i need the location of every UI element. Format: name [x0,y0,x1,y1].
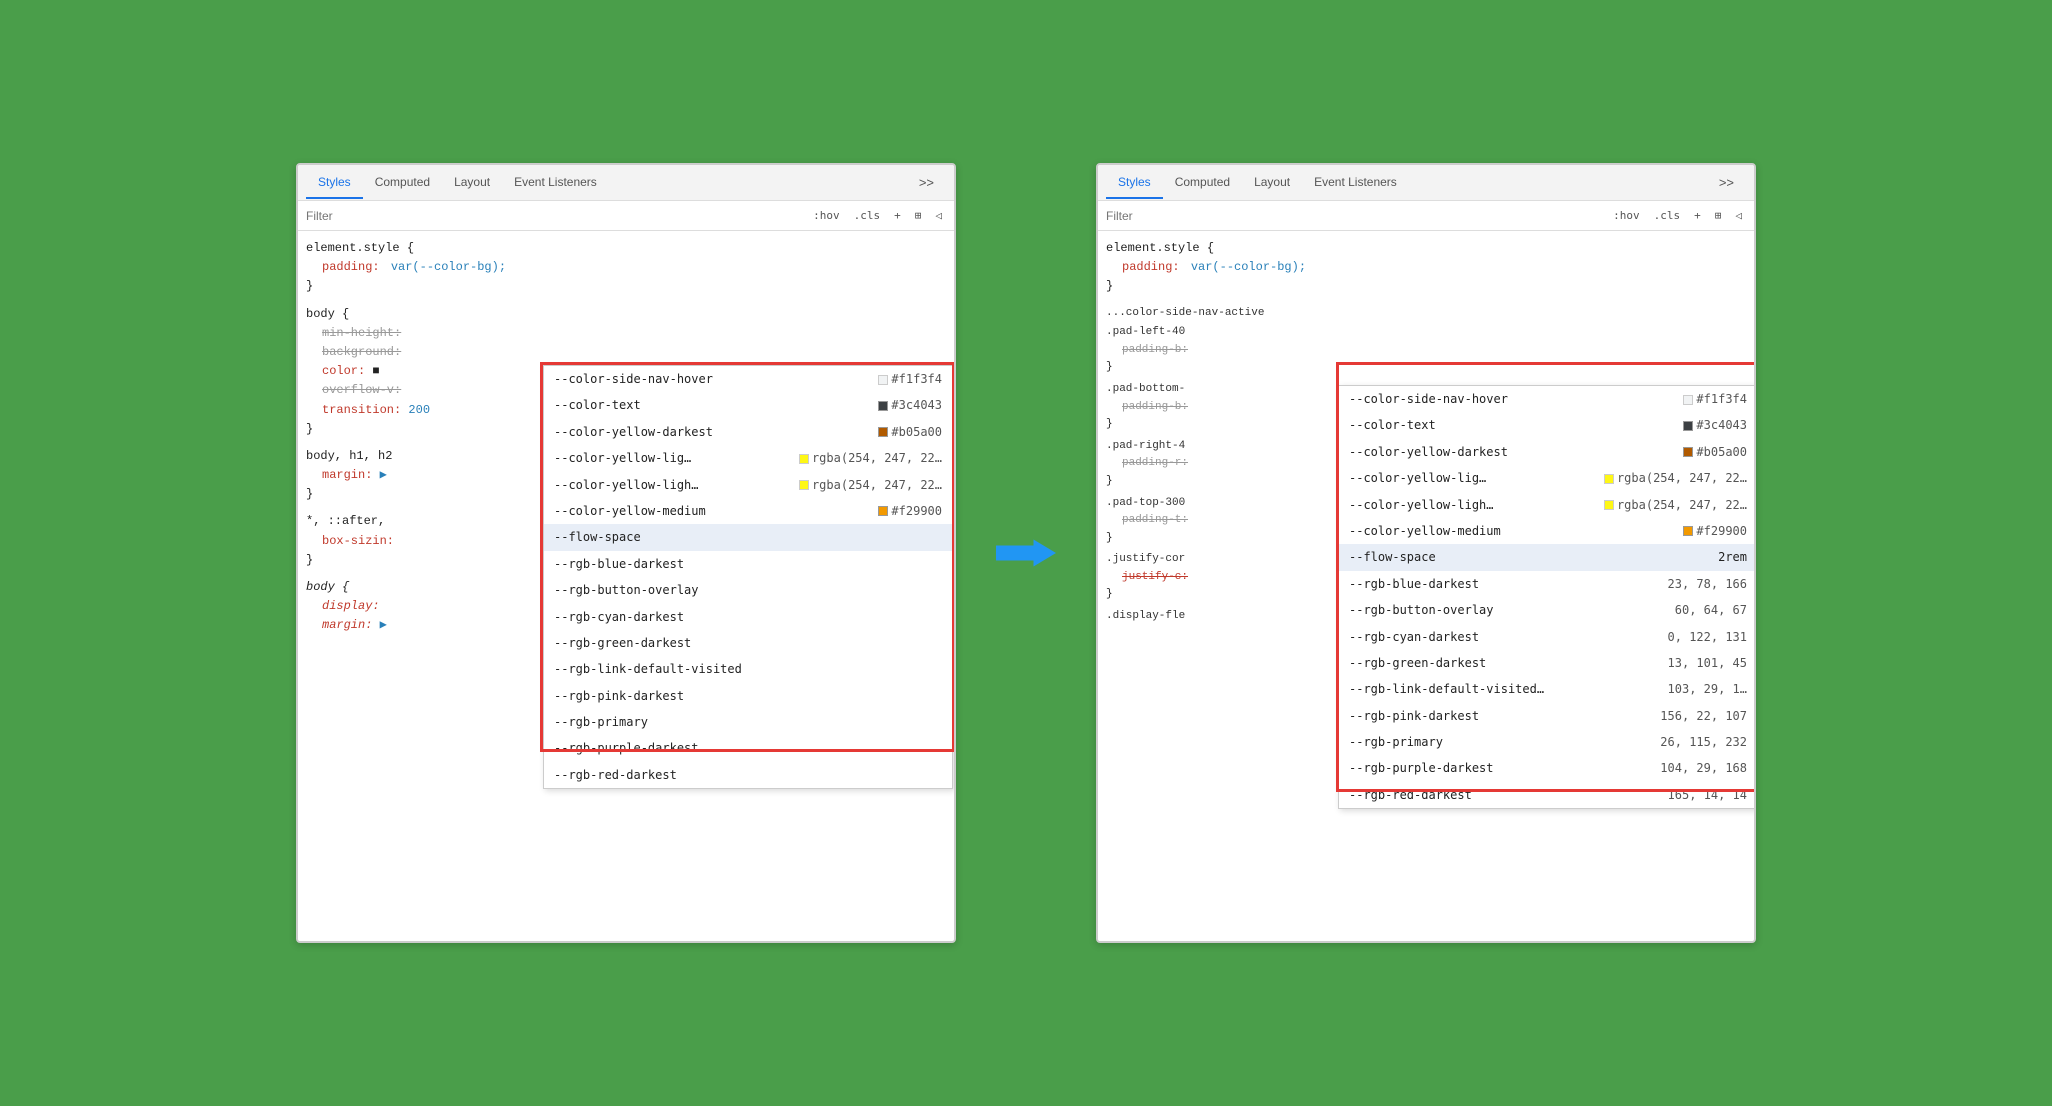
tab-computed-right[interactable]: Computed [1163,167,1242,199]
collapse-btn-right[interactable]: ◁ [1731,207,1746,224]
rac-item-yellow-medium[interactable]: --color-yellow-medium #f29900 [1339,518,1756,544]
ac-item-8[interactable]: --rgb-button-overlay [544,577,952,603]
hov-btn-right[interactable]: :hov [1609,207,1644,224]
ac-item-13[interactable]: --rgb-primary [544,709,952,735]
ac-item-0[interactable]: --color-side-nav-hover #f1f3f4 [544,366,952,392]
rac-item-rgb-purple-darkest[interactable]: --rgb-purple-darkest 104, 29, 168 [1339,755,1756,781]
ac-item-12[interactable]: --rgb-pink-darkest [544,683,952,709]
rac-item-color-side-nav-hover[interactable]: --color-side-nav-hover #f1f3f4 [1339,386,1756,412]
rac-item-rgb-blue-darkest[interactable]: --rgb-blue-darkest 23, 78, 166 [1339,571,1756,597]
ac-item-14[interactable]: --rgb-purple-darkest [544,735,952,761]
right-devtools-panel: Styles Computed Layout Event Listeners >… [1096,163,1756,943]
right-filter-actions: :hov .cls + ⊞ ◁ [1609,207,1746,224]
tab-styles-left[interactable]: Styles [306,167,363,199]
tab-layout-right[interactable]: Layout [1242,167,1302,199]
cls-btn-right[interactable]: .cls [1650,207,1685,224]
tab-styles-right[interactable]: Styles [1106,167,1163,199]
ac-item-10[interactable]: --rgb-green-darkest [544,630,952,656]
rac-item-rgb-primary[interactable]: --rgb-primary 26, 115, 232 [1339,729,1756,755]
add-btn-right[interactable]: + [1690,207,1705,224]
left-devtools-panel: Styles Computed Layout Event Listeners >… [296,163,956,943]
tab-more-right[interactable]: >> [1707,167,1746,200]
ac-item-6-highlighted[interactable]: --flow-space [544,524,952,550]
add-btn-left[interactable]: + [890,207,905,224]
hov-btn-left[interactable]: :hov [809,207,844,224]
ac-item-9[interactable]: --rgb-cyan-darkest [544,604,952,630]
tab-event-listeners-right[interactable]: Event Listeners [1302,167,1409,199]
ac-item-5[interactable]: --color-yellow-medium #f29900 [544,498,952,524]
layout-btn-left[interactable]: ⊞ [911,207,926,224]
right-tabs-bar: Styles Computed Layout Event Listeners >… [1098,165,1754,201]
rac-item-color-text[interactable]: --color-text #3c4043 [1339,412,1756,438]
rac-item-rgb-pink-darkest[interactable]: --rgb-pink-darkest 156, 22, 107 [1339,703,1756,729]
ac-item-15[interactable]: --rgb-red-darkest [544,762,952,788]
right-filter-bar: :hov .cls + ⊞ ◁ [1098,201,1754,231]
ac-item-2[interactable]: --color-yellow-darkest #b05a00 [544,419,952,445]
rac-item-flow-space[interactable]: --flow-space 2rem [1339,544,1756,570]
tab-more-left[interactable]: >> [907,167,946,200]
rac-item-rgb-red-darkest[interactable]: --rgb-red-darkest 165, 14, 14 [1339,782,1756,808]
left-tabs-bar: Styles Computed Layout Event Listeners >… [298,165,954,201]
right-filter-input[interactable] [1106,209,1603,223]
ac-item-1[interactable]: --color-text #3c4043 [544,392,952,418]
main-container: Styles Computed Layout Event Listeners >… [296,163,1756,943]
left-filter-actions: :hov .cls + ⊞ ◁ [809,207,946,224]
rac-item-yellow-darkest[interactable]: --color-yellow-darkest #b05a00 [1339,439,1756,465]
tab-computed-left[interactable]: Computed [363,167,442,199]
ac-item-7[interactable]: --rgb-blue-darkest [544,551,952,577]
layout-btn-right[interactable]: ⊞ [1711,207,1726,224]
blue-arrow-icon [996,533,1056,573]
collapse-btn-left[interactable]: ◁ [931,207,946,224]
arrow-container [996,533,1056,573]
rac-item-yellow-lig[interactable]: --color-yellow-lig… rgba(254, 247, 22… [1339,465,1756,491]
css-rule-element-style-right: element.style { padding: var(--color-bg)… [1098,237,1754,299]
ac-item-4[interactable]: --color-yellow-ligh… rgba(254, 247, 22… [544,472,952,498]
ac-item-11[interactable]: --rgb-link-default-visited [544,656,952,682]
left-autocomplete-dropdown: --color-side-nav-hover #f1f3f4 --color-t… [543,365,953,789]
right-autocomplete-dropdown: --color-side-nav-hover #f1f3f4 --color-t… [1338,385,1756,809]
rac-item-rgb-green-darkest[interactable]: --rgb-green-darkest 13, 101, 45 [1339,650,1756,676]
tab-event-listeners-left[interactable]: Event Listeners [502,167,609,199]
css-rule-element-style-left: element.style { padding: var(--color-bg)… [298,237,954,299]
left-filter-input[interactable] [306,209,803,223]
tab-layout-left[interactable]: Layout [442,167,502,199]
rac-item-rgb-button-overlay[interactable]: --rgb-button-overlay 60, 64, 67 [1339,597,1756,623]
rac-item-rgb-link-default[interactable]: --rgb-link-default-visited… 103, 29, 1… [1339,676,1756,702]
rac-item-yellow-ligh[interactable]: --color-yellow-ligh… rgba(254, 247, 22… [1339,492,1756,518]
cls-btn-left[interactable]: .cls [850,207,885,224]
rac-item-rgb-cyan-darkest[interactable]: --rgb-cyan-darkest 0, 122, 131 [1339,624,1756,650]
ac-item-3[interactable]: --color-yellow-lig… rgba(254, 247, 22… [544,445,952,471]
left-filter-bar: :hov .cls + ⊞ ◁ [298,201,954,231]
